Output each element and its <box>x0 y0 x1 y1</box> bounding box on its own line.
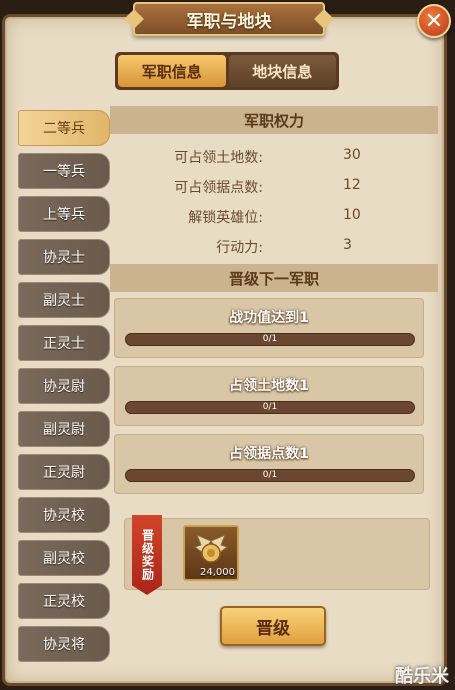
progress-text: 0/1 <box>262 402 278 412</box>
power-value: 10 <box>343 207 361 223</box>
window-title: 军职与地块 <box>133 2 325 36</box>
power-label: 行动力: <box>216 240 263 256</box>
requirement-title: 战功值达到1 <box>229 310 309 326</box>
reward-ribbon: 晋级奖励 <box>132 515 162 595</box>
requirement-title: 占领据点数1 <box>229 446 309 462</box>
power-section-header: 军职权力 <box>110 106 438 134</box>
tab-bar: 军职信息 地块信息 <box>115 52 339 90</box>
close-button[interactable]: ✕ <box>417 4 451 38</box>
power-row: 可占领据点数: 12 <box>110 171 438 201</box>
power-row: 解锁英雄位: 10 <box>110 201 438 231</box>
sidebar-item-rank[interactable]: 副灵尉 <box>18 411 110 447</box>
reward-item[interactable]: 24,000 <box>183 525 239 581</box>
progress-bar: 0/1 <box>125 333 415 346</box>
sidebar-item-rank[interactable]: 副灵士 <box>18 282 110 318</box>
sidebar-item-rank[interactable]: 协灵尉 <box>18 368 110 404</box>
progress-text: 0/1 <box>262 334 278 344</box>
requirement-title: 占领土地数1 <box>229 378 309 394</box>
requirement-card: 战功值达到1 0/1 <box>114 298 424 358</box>
sidebar-item-rank[interactable]: 协灵将 <box>18 626 110 662</box>
reward-count: 24,000 <box>200 567 235 578</box>
power-label: 解锁英雄位: <box>188 210 263 226</box>
progress-bar: 0/1 <box>125 401 415 414</box>
power-row: 行动力: 3 <box>110 231 438 261</box>
reward-panel <box>124 518 430 590</box>
sidebar-item-rank[interactable]: 协灵士 <box>18 239 110 275</box>
power-row: 可占领土地数: 30 <box>110 141 438 171</box>
tab-rank-info[interactable]: 军职信息 <box>118 55 226 87</box>
sidebar-item-rank[interactable]: 上等兵 <box>18 196 110 232</box>
sidebar-item-rank[interactable]: 二等兵 <box>18 110 110 146</box>
upgrade-button[interactable]: 晋级 <box>220 606 326 646</box>
progress-bar: 0/1 <box>125 469 415 482</box>
sidebar-item-rank[interactable]: 正灵校 <box>18 583 110 619</box>
sidebar-item-rank[interactable]: 正灵士 <box>18 325 110 361</box>
next-rank-section-header: 晋级下一军职 <box>110 264 438 292</box>
winged-medal-icon <box>193 534 229 563</box>
tab-land-info[interactable]: 地块信息 <box>228 55 336 87</box>
progress-text: 0/1 <box>262 470 278 480</box>
power-label: 可占领土地数: <box>174 150 263 166</box>
sidebar-item-rank[interactable]: 协灵校 <box>18 497 110 533</box>
requirement-card: 占领据点数1 0/1 <box>114 434 424 494</box>
watermark: 酷乐米 <box>395 666 449 687</box>
requirement-card: 占领土地数1 0/1 <box>114 366 424 426</box>
sidebar-item-rank[interactable]: 正灵尉 <box>18 454 110 490</box>
power-value: 3 <box>343 237 352 253</box>
power-label: 可占领据点数: <box>174 180 263 196</box>
power-value: 12 <box>343 177 361 193</box>
power-value: 30 <box>343 147 361 163</box>
sidebar-item-rank[interactable]: 一等兵 <box>18 153 110 189</box>
close-icon: ✕ <box>424 8 444 34</box>
sidebar-item-rank[interactable]: 副灵校 <box>18 540 110 576</box>
